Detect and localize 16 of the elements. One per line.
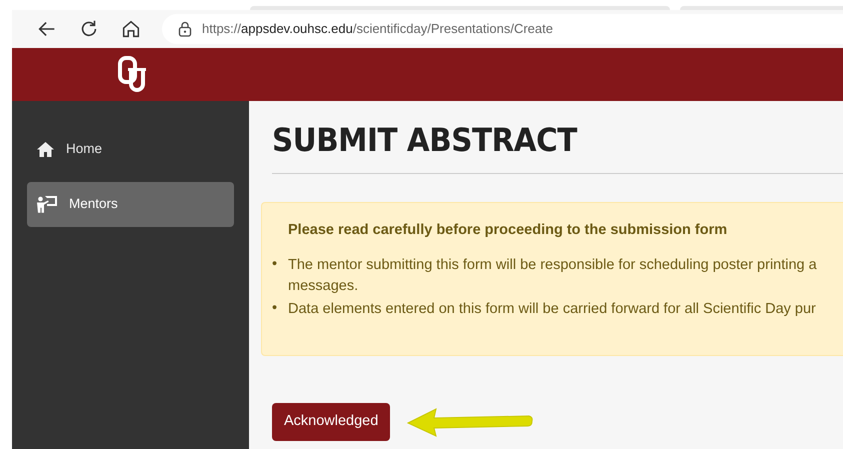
notice-item: Data elements entered on this form will be carried forward for all Scientific Day pur <box>288 300 816 320</box>
logo-icon <box>117 56 149 94</box>
notice-heading: Please read carefully before proceeding to the submission form <box>288 221 728 240</box>
lock-icon <box>178 21 192 37</box>
address-bar[interactable]: https://appsdev.ouhsc.edu/scientificday/Presentations/Create <box>162 14 843 44</box>
bullet-mark: • <box>272 299 278 318</box>
bullet-mark: • <box>272 255 278 274</box>
url-text: https://appsdev.ouhsc.edu/scientificday/Presentations/Create <box>202 20 553 38</box>
sidebar-item[interactable]: Home <box>27 127 234 172</box>
acknowledged-button[interactable]: Acknowledged <box>272 403 390 442</box>
presenter-icon <box>37 196 57 213</box>
home-icon <box>37 142 54 157</box>
page-title: SUBMIT ABSTRACT <box>272 121 577 160</box>
home-icon[interactable] <box>120 18 142 40</box>
sidebar-item[interactable]: Mentors <box>27 182 234 227</box>
notice-item: The mentor submitting this form will be responsible for scheduling poster printing a messages. <box>288 256 817 296</box>
